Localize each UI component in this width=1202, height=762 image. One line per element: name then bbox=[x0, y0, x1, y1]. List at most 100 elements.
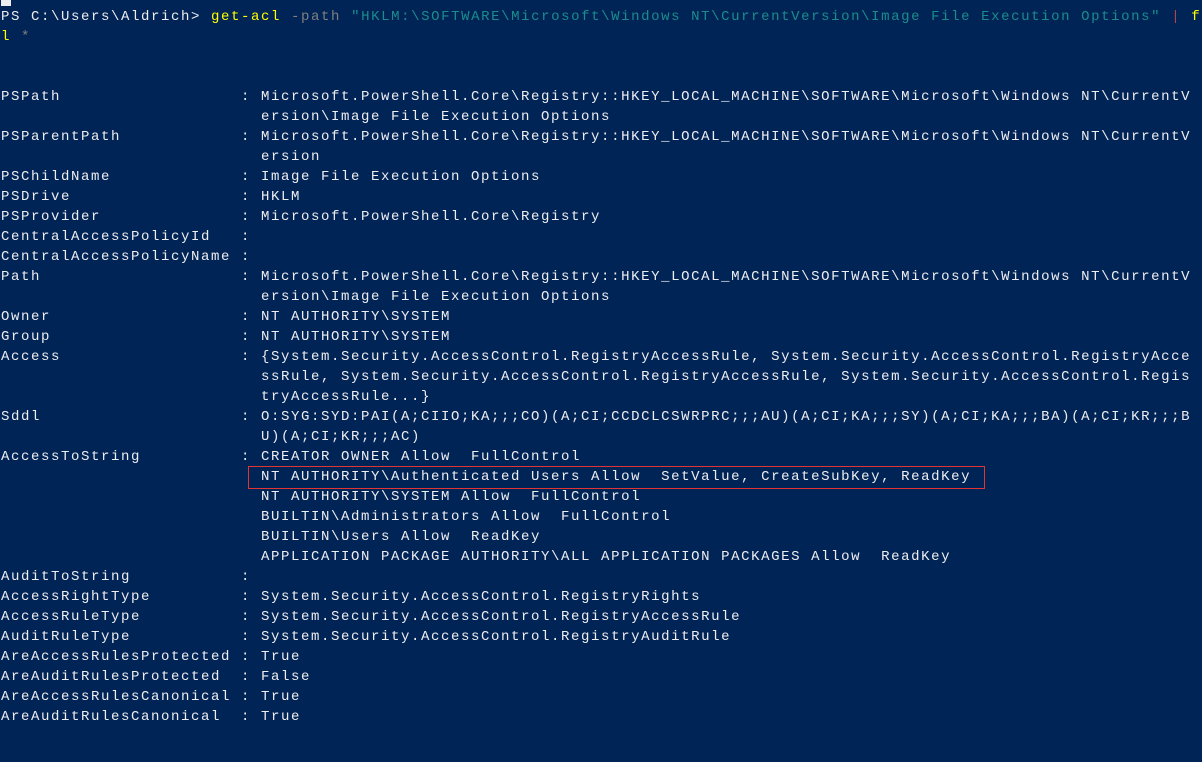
property-row-continuation: BUILTIN\Users Allow ReadKey bbox=[1, 527, 1201, 547]
property-name: Group bbox=[1, 329, 52, 345]
separator: : bbox=[241, 229, 262, 245]
property-name: AccessRightType bbox=[1, 589, 152, 605]
property-value: U)(A;CI;KR;;;AC) bbox=[261, 429, 422, 445]
separator: : bbox=[241, 689, 262, 705]
property-row: AccessToString: CREATOR OWNER Allow Full… bbox=[1, 447, 1201, 467]
property-value: True bbox=[261, 649, 302, 665]
property-value: Microsoft.PowerShell.Core\Registry::HKEY… bbox=[261, 129, 1192, 145]
separator bbox=[241, 289, 261, 305]
property-value: NT AUTHORITY\SYSTEM Allow FullControl bbox=[261, 489, 642, 505]
property-row: Access: {System.Security.AccessControl.R… bbox=[1, 347, 1201, 367]
property-value: BUILTIN\Users Allow ReadKey bbox=[261, 529, 542, 545]
terminal-output[interactable]: PS C:\Users\Aldrich> get-acl -path "HKLM… bbox=[1, 7, 1201, 727]
property-value: ssRule, System.Security.AccessControl.Re… bbox=[261, 369, 1192, 385]
property-value: Microsoft.PowerShell.Core\Registry::HKEY… bbox=[261, 89, 1192, 105]
property-row: AccessRuleType: System.Security.AccessCo… bbox=[1, 607, 1201, 627]
property-name: PSPath bbox=[1, 89, 62, 105]
wildcard-argument: * bbox=[11, 29, 32, 45]
separator bbox=[241, 529, 261, 545]
separator bbox=[241, 369, 261, 385]
separator: : bbox=[241, 189, 262, 205]
property-name: CentralAccessPolicyId bbox=[1, 229, 212, 245]
command-line-wrap: l * bbox=[1, 27, 1201, 47]
separator: : bbox=[241, 309, 262, 325]
property-list: PSPath: Microsoft.PowerShell.Core\Regist… bbox=[1, 87, 1201, 727]
property-row: AreAuditRulesProtected: False bbox=[1, 667, 1201, 687]
property-value: Image File Execution Options bbox=[261, 169, 542, 185]
property-row-continuation: ssRule, System.Security.AccessControl.Re… bbox=[1, 367, 1201, 387]
property-name: Owner bbox=[1, 309, 52, 325]
separator: : bbox=[241, 249, 262, 265]
separator: : bbox=[241, 269, 262, 285]
separator: : bbox=[241, 169, 262, 185]
property-name: AreAccessRulesProtected bbox=[1, 649, 232, 665]
separator: : bbox=[241, 629, 262, 645]
pipe-command-part1: f bbox=[1191, 9, 1202, 25]
separator: : bbox=[241, 709, 262, 725]
separator: : bbox=[241, 349, 262, 365]
property-value: False bbox=[261, 669, 312, 685]
property-value: tryAccessRule...} bbox=[261, 389, 432, 405]
property-name: AreAccessRulesCanonical bbox=[1, 689, 232, 705]
property-value: Microsoft.PowerShell.Core\Registry::HKEY… bbox=[261, 269, 1192, 285]
property-row: Group: NT AUTHORITY\SYSTEM bbox=[1, 327, 1201, 347]
separator bbox=[241, 509, 261, 525]
property-value: CREATOR OWNER Allow FullControl bbox=[261, 449, 582, 465]
property-value: BUILTIN\Administrators Allow FullControl bbox=[261, 509, 672, 525]
separator: : bbox=[241, 129, 262, 145]
property-value: NT AUTHORITY\SYSTEM bbox=[261, 309, 452, 325]
property-name: Sddl bbox=[1, 409, 42, 425]
property-row-continuation: NT AUTHORITY\SYSTEM Allow FullControl bbox=[1, 487, 1201, 507]
property-value: ersion bbox=[261, 149, 322, 165]
highlight-box bbox=[248, 466, 985, 489]
property-row: PSPath: Microsoft.PowerShell.Core\Regist… bbox=[1, 87, 1201, 107]
property-row-continuation: U)(A;CI;KR;;;AC) bbox=[1, 427, 1201, 447]
property-row: AreAccessRulesCanonical: True bbox=[1, 687, 1201, 707]
property-value: O:SYG:SYD:PAI(A;CIIO;KA;;;CO)(A;CI;CCDCL… bbox=[261, 409, 1192, 425]
separator bbox=[241, 389, 261, 405]
separator bbox=[241, 549, 261, 565]
property-row: AuditRuleType: System.Security.AccessCon… bbox=[1, 627, 1201, 647]
separator bbox=[241, 429, 261, 445]
property-name: AreAuditRulesProtected bbox=[1, 669, 222, 685]
separator: : bbox=[241, 589, 262, 605]
property-row-continuation: ersion\Image File Execution Options bbox=[1, 287, 1201, 307]
property-row: AuditToString: bbox=[1, 567, 1201, 587]
property-row: AreAuditRulesCanonical: True bbox=[1, 707, 1201, 727]
property-row-continuation: APPLICATION PACKAGE AUTHORITY\ALL APPLIC… bbox=[1, 547, 1201, 567]
cursor-block bbox=[1, 0, 11, 6]
property-row: PSProvider: Microsoft.PowerShell.Core\Re… bbox=[1, 207, 1201, 227]
command-argument: "HKLM:\SOFTWARE\Microsoft\Windows NT\Cur… bbox=[351, 9, 1162, 25]
property-value: Microsoft.PowerShell.Core\Registry bbox=[261, 209, 602, 225]
property-row: PSParentPath: Microsoft.PowerShell.Core\… bbox=[1, 127, 1201, 147]
property-name: PSProvider bbox=[1, 209, 102, 225]
property-value: NT AUTHORITY\SYSTEM bbox=[261, 329, 452, 345]
property-value: System.Security.AccessControl.RegistryRi… bbox=[261, 589, 702, 605]
pipe-symbol: | bbox=[1161, 9, 1192, 25]
property-name: PSDrive bbox=[1, 189, 72, 205]
property-value: System.Security.AccessControl.RegistryAu… bbox=[261, 629, 732, 645]
property-row: AreAccessRulesProtected: True bbox=[1, 647, 1201, 667]
separator: : bbox=[241, 409, 262, 425]
property-value: System.Security.AccessControl.RegistryAc… bbox=[261, 609, 742, 625]
property-row: Path: Microsoft.PowerShell.Core\Registry… bbox=[1, 267, 1201, 287]
separator: : bbox=[241, 449, 262, 465]
property-name: AuditToString bbox=[1, 569, 132, 585]
separator: : bbox=[241, 89, 262, 105]
property-value: ersion\Image File Execution Options bbox=[261, 289, 612, 305]
property-name: AuditRuleType bbox=[1, 629, 132, 645]
property-row: AccessRightType: System.Security.AccessC… bbox=[1, 587, 1201, 607]
property-name: Access bbox=[1, 349, 62, 365]
property-name: AreAuditRulesCanonical bbox=[1, 709, 222, 725]
property-row-continuation: ersion bbox=[1, 147, 1201, 167]
separator: : bbox=[241, 569, 262, 585]
separator: : bbox=[241, 669, 262, 685]
separator bbox=[241, 109, 261, 125]
command-parameter: -path bbox=[281, 9, 352, 25]
property-value: APPLICATION PACKAGE AUTHORITY\ALL APPLIC… bbox=[261, 549, 952, 565]
pipe-command-part2: l bbox=[1, 29, 12, 45]
property-name: AccessToString bbox=[1, 449, 142, 465]
property-name: AccessRuleType bbox=[1, 609, 142, 625]
